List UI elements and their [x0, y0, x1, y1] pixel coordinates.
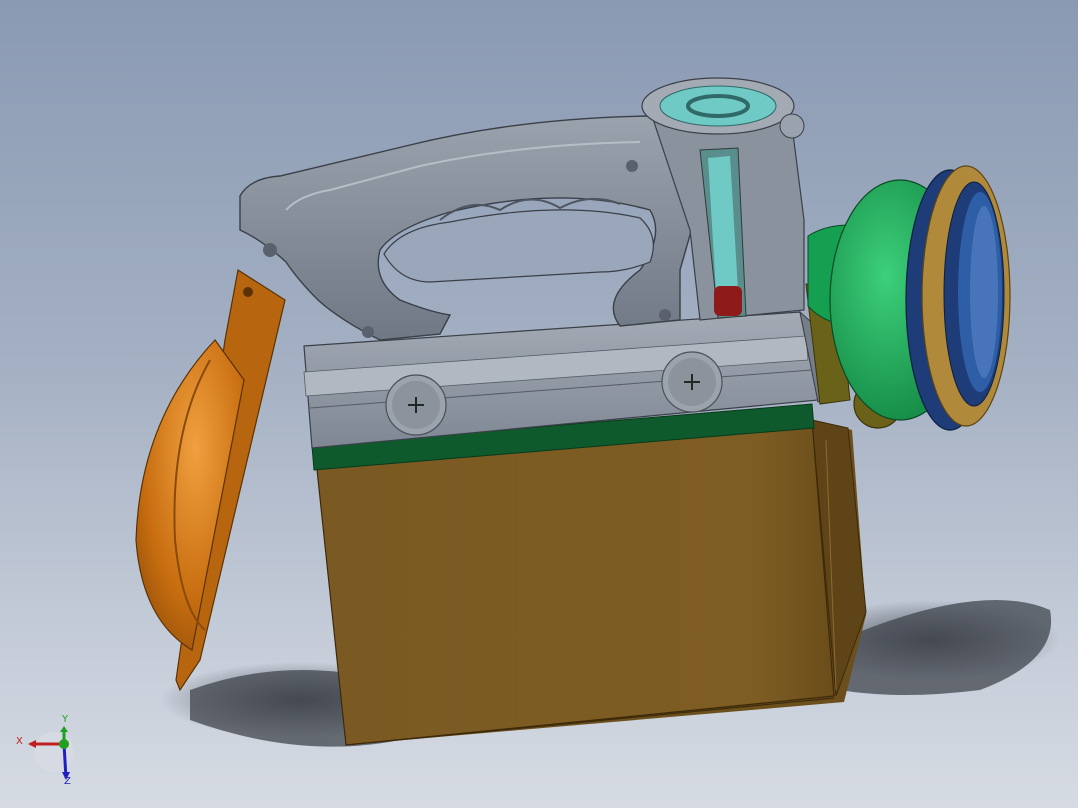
side-lamp[interactable] — [135, 269, 286, 692]
coordinate-triad — [28, 726, 74, 780]
triad-x-label: X — [16, 736, 23, 747]
triad-y-label: Y — [62, 714, 69, 725]
triad-z-label: Z — [64, 776, 71, 787]
battery-body[interactable] — [315, 419, 867, 746]
flashlight-model[interactable] — [0, 0, 1078, 808]
screw-right[interactable] — [661, 351, 723, 413]
screw-left[interactable] — [385, 374, 447, 436]
cad-viewport[interactable]: X Y Z — [0, 0, 1078, 808]
